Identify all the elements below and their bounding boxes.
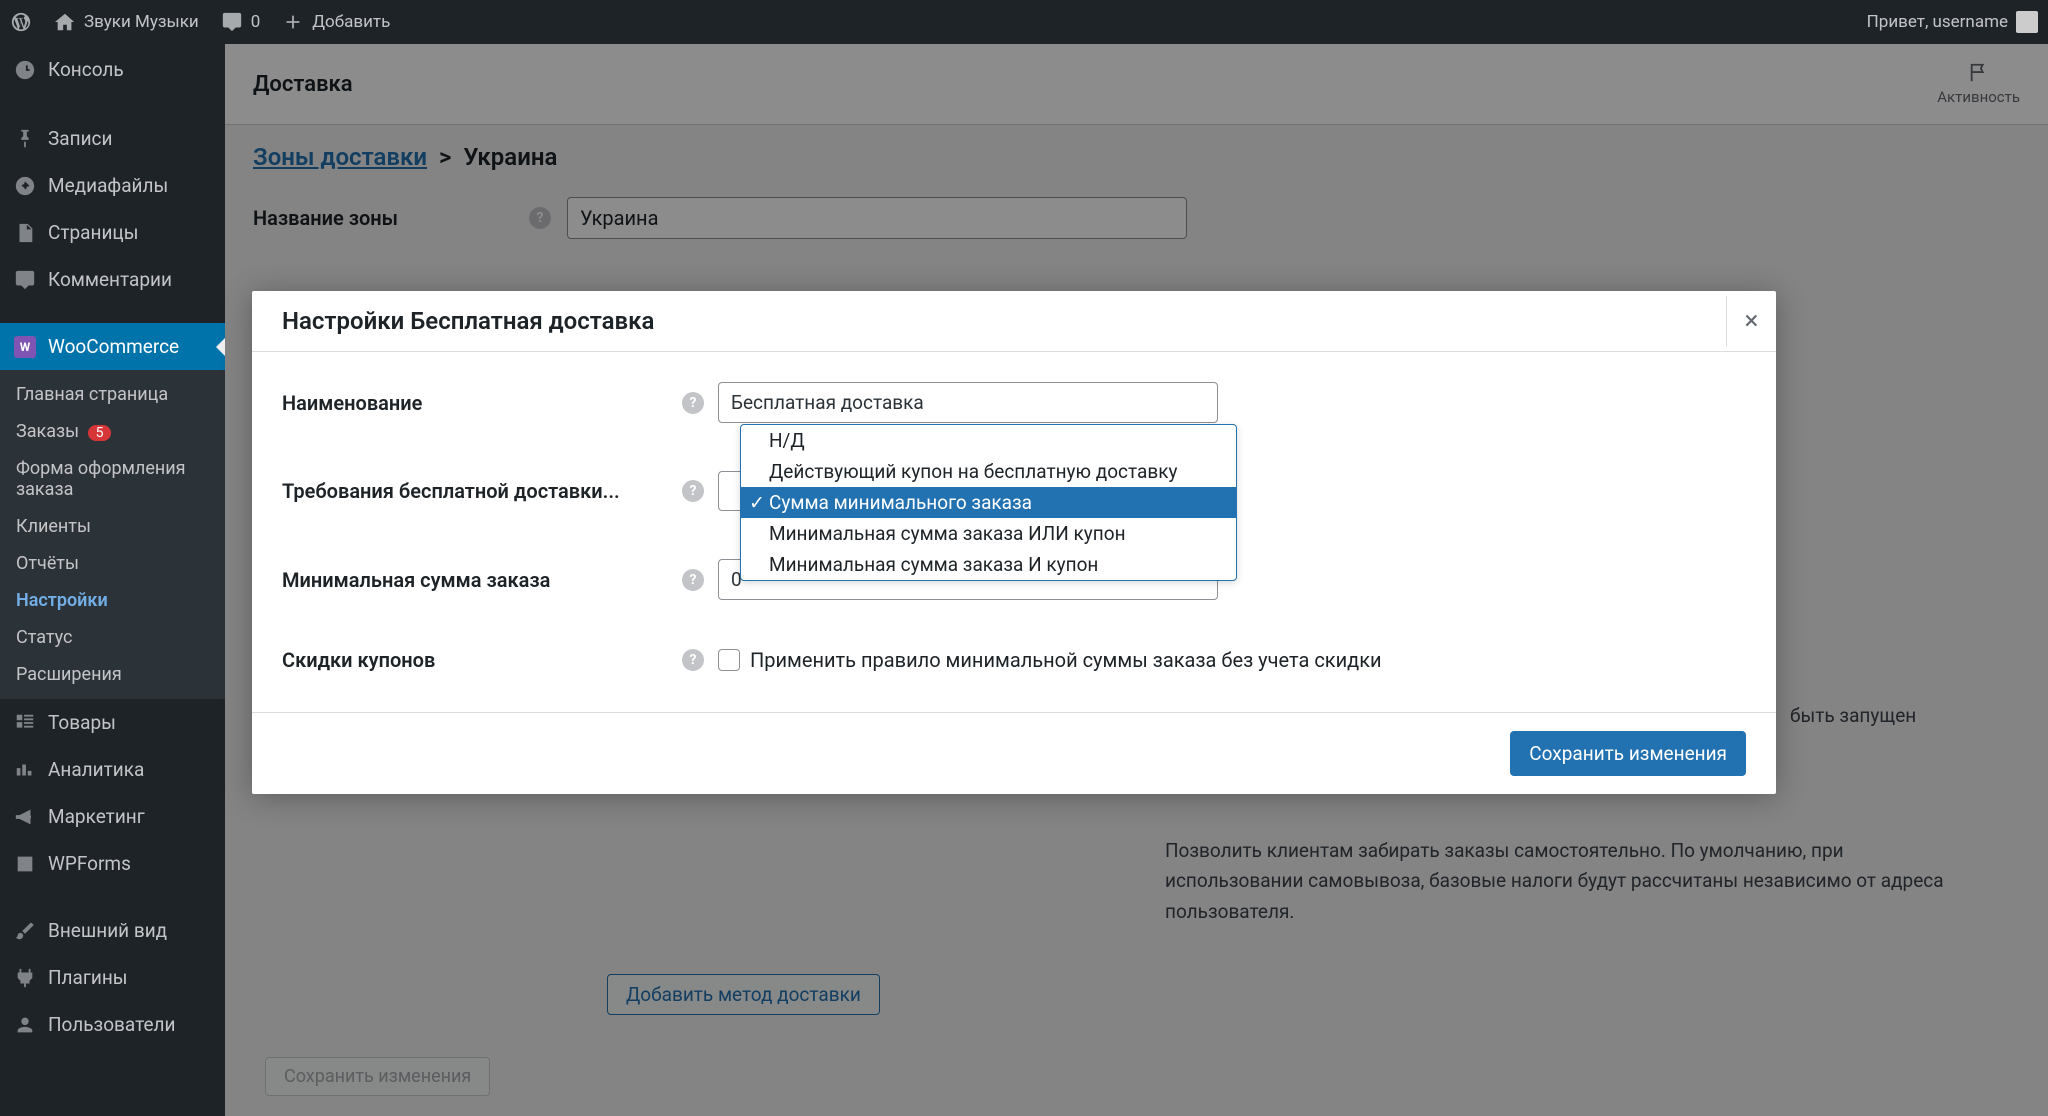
menu-label: Страницы <box>48 221 138 244</box>
submenu-extensions[interactable]: Расширения <box>0 656 225 693</box>
menu-dashboard[interactable]: Консоль <box>0 44 225 95</box>
plus-icon <box>282 11 304 33</box>
media-icon <box>14 175 36 197</box>
modal-name-input[interactable] <box>718 382 1218 423</box>
submenu-settings[interactable]: Настройки <box>0 582 225 619</box>
comments-link[interactable]: 0 <box>221 11 261 33</box>
admin-bar-right[interactable]: Привет, username <box>1867 11 2038 33</box>
woocommerce-submenu: Главная страница Заказы 5 Форма оформлен… <box>0 370 225 699</box>
menu-wpforms[interactable]: WPForms <box>0 840 225 887</box>
dashboard-icon <box>14 59 36 81</box>
modal-coupons-checkbox[interactable] <box>718 649 740 671</box>
admin-bar-left: Звуки Музыки 0 Добавить <box>10 11 1867 33</box>
help-icon[interactable]: ? <box>682 569 704 591</box>
comment-icon <box>221 11 243 33</box>
menu-label: Пользователи <box>48 1013 176 1036</box>
modal-coupons-label: Скидки купонов <box>282 648 682 672</box>
orders-badge: 5 <box>88 425 112 441</box>
modal-close-button[interactable]: × <box>1726 296 1776 346</box>
menu-label: Аналитика <box>48 758 144 781</box>
menu-pages[interactable]: Страницы <box>0 209 225 256</box>
menu-users[interactable]: Пользователи <box>0 1001 225 1048</box>
modal-title: Настройки Бесплатная доставка <box>282 307 654 335</box>
menu-label: Товары <box>48 711 116 734</box>
menu-products[interactable]: Товары <box>0 699 225 746</box>
modal-min-amount-label: Минимальная сумма заказа <box>282 568 682 592</box>
dropdown-option[interactable]: Н/Д <box>741 425 1236 456</box>
add-new-label: Добавить <box>312 12 390 32</box>
analytics-icon <box>14 759 36 781</box>
admin-bar: Звуки Музыки 0 Добавить Привет, username <box>0 0 2048 44</box>
menu-comments[interactable]: Комментарии <box>0 256 225 303</box>
menu-label: Медиафайлы <box>48 174 168 197</box>
menu-label: Маркетинг <box>48 805 145 828</box>
menu-marketing[interactable]: Маркетинг <box>0 793 225 840</box>
menu-label: Плагины <box>48 966 128 989</box>
submenu-orders[interactable]: Заказы 5 <box>0 413 225 450</box>
wp-logo[interactable] <box>10 11 32 33</box>
help-icon[interactable]: ? <box>682 649 704 671</box>
modal-checkbox-group: Применить правило минимальной суммы зака… <box>718 648 1382 672</box>
comment-icon <box>14 269 36 291</box>
marketing-icon <box>14 806 36 828</box>
submenu-checkout-form[interactable]: Форма оформления заказа <box>0 450 225 508</box>
site-link[interactable]: Звуки Музыки <box>54 11 199 33</box>
menu-label: WooCommerce <box>48 335 179 358</box>
page-icon <box>14 222 36 244</box>
brush-icon <box>14 920 36 942</box>
help-icon[interactable]: ? <box>682 480 704 502</box>
menu-plugins[interactable]: Плагины <box>0 954 225 1001</box>
wpforms-icon <box>14 853 36 875</box>
modal-save-button[interactable]: Сохранить изменения <box>1510 731 1746 776</box>
menu-label: WPForms <box>48 852 131 875</box>
menu-woocommerce[interactable]: WooCommerce <box>0 323 225 370</box>
wordpress-icon <box>10 11 32 33</box>
pin-icon <box>14 128 36 150</box>
plugin-icon <box>14 967 36 989</box>
modal-name-row: Наименование ? <box>282 382 1746 423</box>
submenu-home[interactable]: Главная страница <box>0 376 225 413</box>
modal-coupons-row: Скидки купонов ? Применить правило миним… <box>282 648 1746 672</box>
menu-label: Записи <box>48 127 112 150</box>
menu-label: Комментарии <box>48 268 172 291</box>
dropdown-option[interactable]: Минимальная сумма заказа ИЛИ купон <box>741 518 1236 549</box>
modal-name-label: Наименование <box>282 391 682 415</box>
modal-requires-label: Требования бесплатной доставки... <box>282 479 682 503</box>
submenu-label: Заказы <box>16 421 79 442</box>
submenu-reports[interactable]: Отчёты <box>0 545 225 582</box>
home-icon <box>54 11 76 33</box>
modal-header: Настройки Бесплатная доставка × <box>252 291 1776 352</box>
close-icon: × <box>1745 306 1759 336</box>
dropdown-option[interactable]: Действующий купон на бесплатную доставку <box>741 456 1236 487</box>
menu-appearance[interactable]: Внешний вид <box>0 907 225 954</box>
greeting: Привет, username <box>1867 12 2008 32</box>
modal-footer: Сохранить изменения <box>252 712 1776 794</box>
menu-analytics[interactable]: Аналитика <box>0 746 225 793</box>
add-new-link[interactable]: Добавить <box>282 11 390 33</box>
menu-media[interactable]: Медиафайлы <box>0 162 225 209</box>
products-icon <box>14 712 36 734</box>
help-icon[interactable]: ? <box>682 392 704 414</box>
woocommerce-icon <box>14 336 36 358</box>
requires-dropdown: Н/Д Действующий купон на бесплатную дост… <box>740 424 1237 581</box>
avatar <box>2016 11 2038 33</box>
admin-sidebar: Консоль Записи Медиафайлы Страницы Комме… <box>0 44 225 1116</box>
submenu-status[interactable]: Статус <box>0 619 225 656</box>
dropdown-option[interactable]: Минимальная сумма заказа И купон <box>741 549 1236 580</box>
submenu-customers[interactable]: Клиенты <box>0 508 225 545</box>
users-icon <box>14 1014 36 1036</box>
site-name: Звуки Музыки <box>84 12 199 32</box>
menu-posts[interactable]: Записи <box>0 115 225 162</box>
menu-label: Консоль <box>48 58 124 81</box>
dropdown-option-selected[interactable]: Сумма минимального заказа <box>741 487 1236 518</box>
menu-label: Внешний вид <box>48 919 167 942</box>
modal-coupons-checkbox-label: Применить правило минимальной суммы зака… <box>750 648 1382 672</box>
comments-count: 0 <box>251 12 261 32</box>
